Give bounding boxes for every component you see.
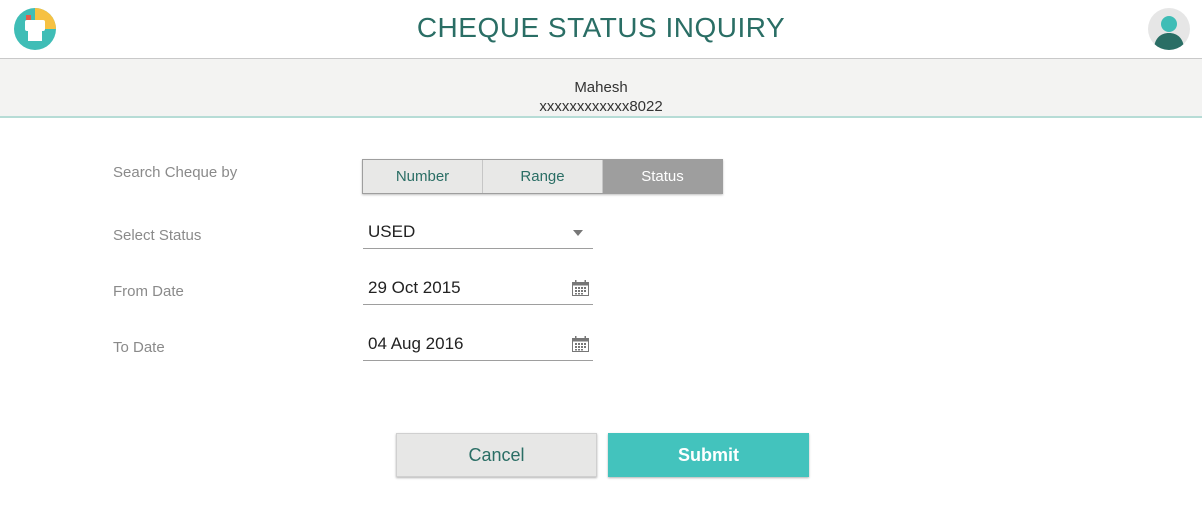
from-date-label: From Date	[113, 283, 184, 300]
user-avatar-icon[interactable]	[1148, 8, 1190, 50]
segment-number[interactable]: Number	[363, 160, 483, 193]
to-date-field[interactable]: 04 Aug 2016	[363, 331, 593, 361]
app-header: CHEQUE STATUS INQUIRY	[0, 0, 1202, 59]
segment-range[interactable]: Range	[483, 160, 603, 193]
page-title: CHEQUE STATUS INQUIRY	[416, 12, 786, 43]
select-status-label: Select Status	[113, 227, 202, 244]
from-date-value: 29 Oct 2015	[368, 278, 461, 297]
status-value: USED	[368, 222, 416, 241]
to-date-label: To Date	[113, 339, 165, 356]
chevron-down-icon	[573, 230, 583, 236]
calendar-icon[interactable]	[572, 280, 589, 296]
from-date-field[interactable]: 29 Oct 2015	[363, 275, 593, 305]
account-bar: Mahesh xxxxxxxxxxxx8022	[0, 59, 1202, 116]
segment-status[interactable]: Status	[603, 160, 722, 193]
calendar-icon[interactable]	[572, 336, 589, 352]
status-select[interactable]: USED	[363, 219, 593, 249]
cancel-button[interactable]: Cancel	[396, 433, 597, 477]
search-by-segmented-control: Number Range Status	[362, 159, 723, 194]
account-holder-name: Mahesh	[574, 79, 628, 96]
search-by-label: Search Cheque by	[113, 164, 238, 181]
to-date-value: 04 Aug 2016	[368, 334, 464, 353]
account-number: xxxxxxxxxxxx8022	[539, 98, 663, 115]
submit-button[interactable]: Submit	[608, 433, 809, 477]
